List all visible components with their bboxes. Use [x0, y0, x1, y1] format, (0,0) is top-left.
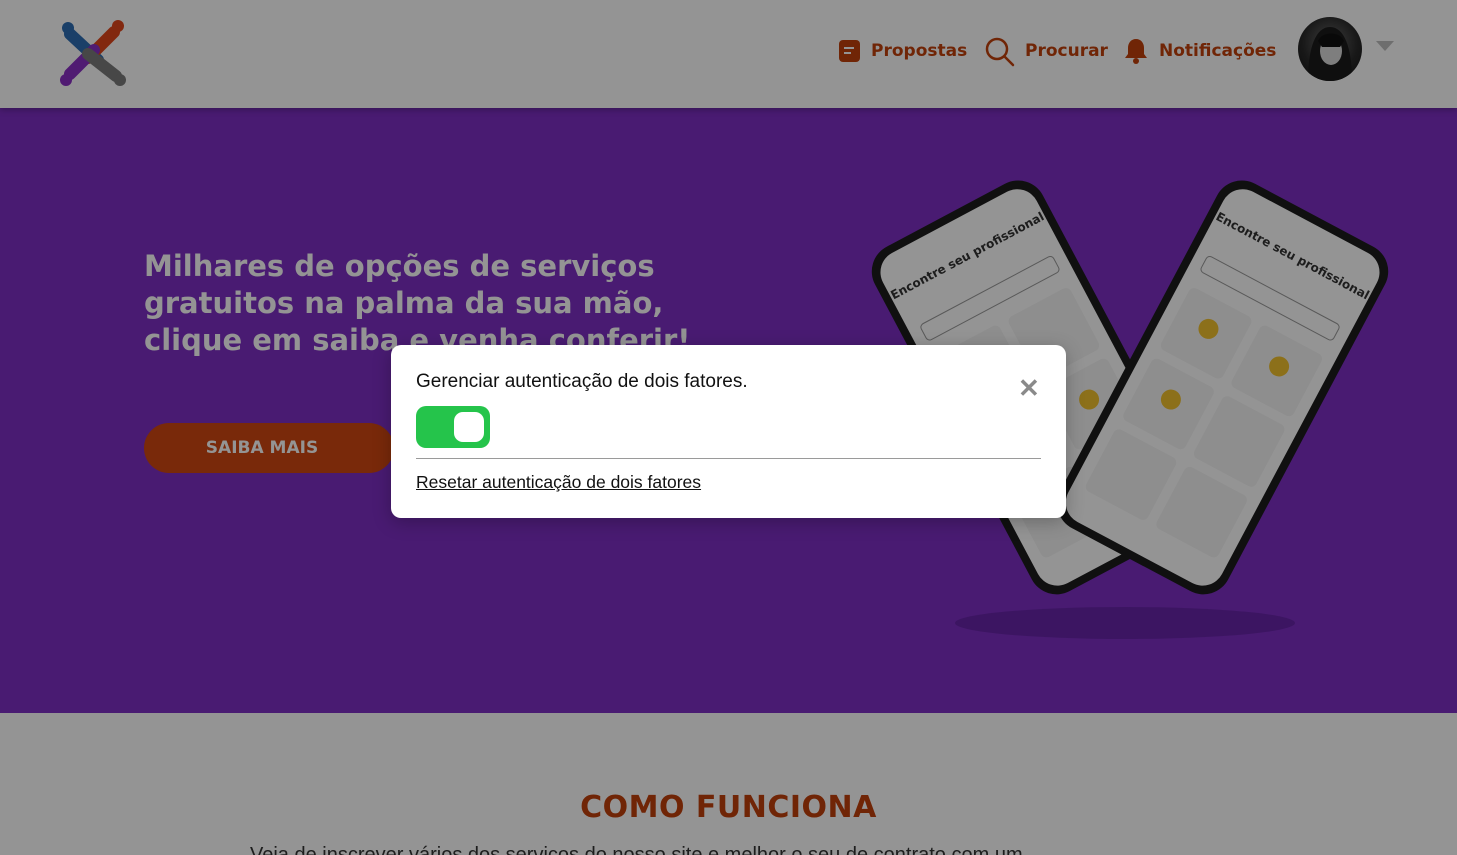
- toggle-knob: [454, 412, 484, 442]
- modal-divider: [416, 458, 1041, 459]
- reset-two-factor-link[interactable]: Resetar autenticação de dois fatores: [416, 472, 701, 493]
- two-factor-modal: Gerenciar autenticação de dois fatores. …: [391, 345, 1066, 518]
- close-icon[interactable]: ✕: [1018, 375, 1040, 401]
- modal-title: Gerenciar autenticação de dois fatores.: [416, 371, 748, 392]
- two-factor-toggle[interactable]: [416, 406, 490, 448]
